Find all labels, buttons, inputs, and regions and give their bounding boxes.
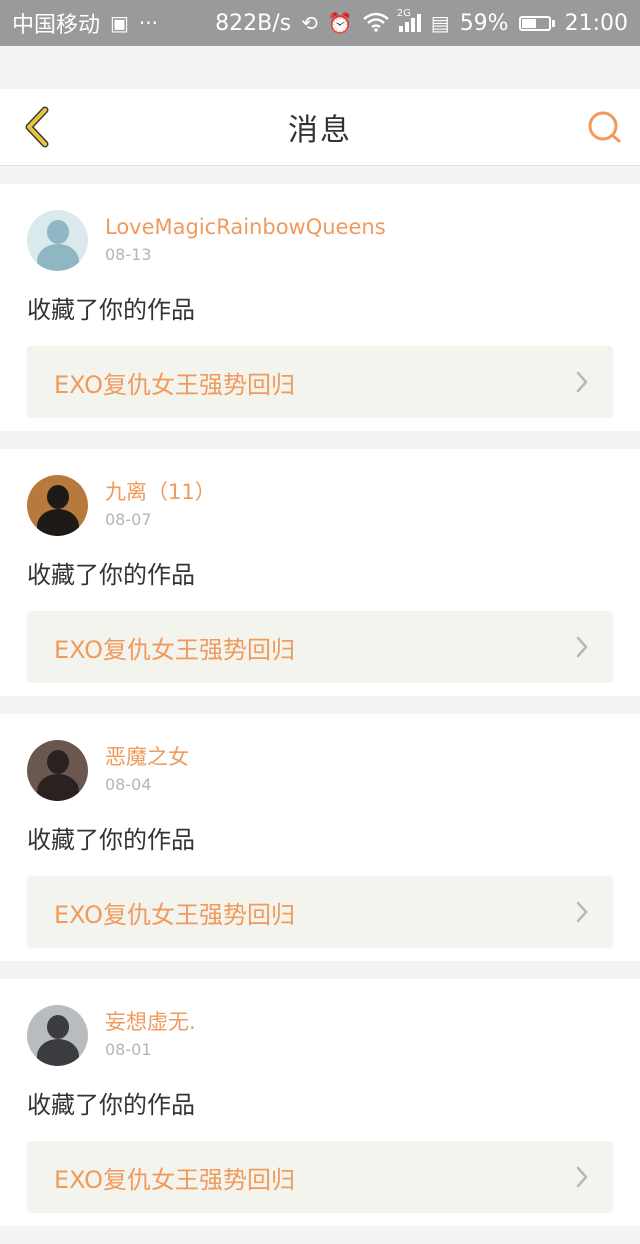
notification-card: 妄想虚无. 08-01 收藏了你的作品 EXO复仇女王强势回归 xyxy=(0,979,640,1226)
username[interactable]: 恶魔之女 xyxy=(105,743,189,771)
chevron-right-icon xyxy=(576,371,588,393)
username[interactable]: 妄想虚无. xyxy=(105,1008,196,1036)
action-text: 收藏了你的作品 xyxy=(27,826,195,854)
notification-date: 08-13 xyxy=(105,245,152,264)
notification-card: 恶魔之女 08-04 收藏了你的作品 EXO复仇女王强势回归 xyxy=(0,714,640,961)
chevron-left-icon xyxy=(25,106,49,148)
work-link[interactable]: EXO复仇女王强势回归 xyxy=(27,346,613,418)
sim-icon: ▤ xyxy=(430,11,450,35)
work-link[interactable]: EXO复仇女王强势回归 xyxy=(27,876,613,948)
battery-percent: 59% xyxy=(459,10,509,36)
work-title: EXO复仇女王强势回归 xyxy=(54,1165,295,1194)
battery-icon xyxy=(518,15,555,31)
wifi-icon xyxy=(362,12,389,35)
notification-date: 08-01 xyxy=(105,1040,152,1059)
work-title: EXO复仇女王强势回归 xyxy=(54,370,295,399)
work-link[interactable]: EXO复仇女王强势回归 xyxy=(27,611,613,683)
chevron-right-icon xyxy=(576,636,588,658)
page-title: 消息 xyxy=(288,113,352,148)
work-title: EXO复仇女王强势回归 xyxy=(54,900,295,929)
status-bar: 中国移动 ▣ ··· 822B/s ⟲ ⏰ 2G ▤ 59% 21:00 xyxy=(0,0,640,46)
carrier-label: 中国移动 xyxy=(12,13,101,38)
more-notifications-icon: ··· xyxy=(138,11,158,35)
notification-date: 08-04 xyxy=(105,775,152,794)
network-type-label: 2G xyxy=(396,8,411,19)
search-button[interactable] xyxy=(582,105,626,149)
clock: 21:00 xyxy=(564,10,628,36)
vibrate-icon: ⟲ xyxy=(301,11,318,35)
nav-header: 消息 xyxy=(0,89,640,166)
chevron-right-icon xyxy=(576,1166,588,1188)
signal-icon: 2G xyxy=(397,8,421,32)
username[interactable]: LoveMagicRainbowQueens xyxy=(105,213,386,241)
notification-date: 08-07 xyxy=(105,510,152,529)
action-text: 收藏了你的作品 xyxy=(27,561,195,589)
search-icon xyxy=(588,111,621,143)
notification-list: LoveMagicRainbowQueens 08-13 收藏了你的作品 EXO… xyxy=(0,184,640,1244)
alarm-icon: ⏰ xyxy=(327,11,353,35)
network-speed: 822B/s xyxy=(215,10,292,36)
notification-card: LoveMagicRainbowQueens 08-13 收藏了你的作品 EXO… xyxy=(0,184,640,431)
avatar[interactable] xyxy=(27,1004,88,1066)
work-title: EXO复仇女王强势回归 xyxy=(54,635,295,664)
avatar[interactable] xyxy=(27,739,88,801)
action-text: 收藏了你的作品 xyxy=(27,296,195,324)
avatar[interactable] xyxy=(27,209,88,271)
action-text: 收藏了你的作品 xyxy=(27,1091,195,1119)
back-button[interactable] xyxy=(14,105,58,149)
notification-card: 九离（11） 08-07 收藏了你的作品 EXO复仇女王强势回归 xyxy=(0,449,640,696)
work-link[interactable]: EXO复仇女王强势回归 xyxy=(27,1141,613,1213)
image-notification-icon: ▣ xyxy=(110,11,129,35)
chevron-right-icon xyxy=(576,901,588,923)
username[interactable]: 九离（11） xyxy=(105,478,216,506)
avatar[interactable] xyxy=(27,474,88,536)
